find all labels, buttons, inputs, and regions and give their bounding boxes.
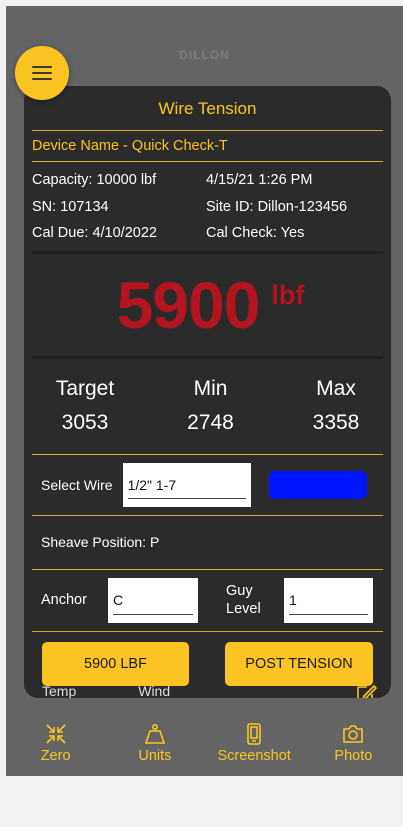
level-label: Level xyxy=(226,601,261,617)
tension-reading: 5900 lbf xyxy=(24,254,391,356)
tab-units-label: Units xyxy=(138,748,172,764)
zero-icon xyxy=(46,724,66,744)
menu-icon-bar xyxy=(32,66,52,68)
cal-due-text: Cal Due: 4/10/2022 xyxy=(32,225,157,242)
partial-row: Temp Wind xyxy=(42,683,379,698)
anchor-field[interactable]: C xyxy=(108,577,198,623)
max-label: Max xyxy=(316,376,356,400)
select-wire-row: Select Wire 1/2" 1-7 xyxy=(24,455,391,515)
tension-limits: Target 3053 Min 2748 Max 3358 xyxy=(24,359,391,454)
camera-icon xyxy=(343,725,364,743)
menu-button[interactable] xyxy=(15,46,69,100)
device-info: Capacity: 10000 lbf 4/15/21 1:26 PM SN: … xyxy=(24,162,391,251)
sheave-position: Sheave Position: P xyxy=(41,533,160,550)
weight-icon xyxy=(144,723,165,744)
anchor-label: Anchor xyxy=(41,592,87,608)
menu-icon-bar xyxy=(32,72,52,74)
tab-screenshot-label: Screenshot xyxy=(217,748,291,764)
guy-label: Guy xyxy=(226,583,253,599)
select-wire-label: Select Wire xyxy=(41,476,113,493)
capacity-text: Capacity: 10000 lbf xyxy=(32,172,157,189)
temp-label: Temp xyxy=(42,683,77,698)
target-label: Target xyxy=(55,376,115,400)
tab-photo-label: Photo xyxy=(334,748,373,764)
tab-zero[interactable]: Zero xyxy=(6,713,105,776)
min-label: Min xyxy=(193,376,228,400)
min-column: Min 2748 xyxy=(186,377,236,454)
menu-icon-bar xyxy=(32,78,52,80)
reading-value: 5900 xyxy=(116,267,261,342)
wire-select-field[interactable]: 1/2" 1-7 xyxy=(122,462,251,507)
wind-label: Wind xyxy=(138,683,171,698)
wire-color-swatch[interactable] xyxy=(268,470,367,499)
cal-check-text: Cal Check: Yes xyxy=(206,225,305,242)
phone-icon xyxy=(247,723,261,745)
guy-level-label: Guy Level xyxy=(226,582,284,618)
wire-tension-card: Wire Tension Device Name - Quick Check-T… xyxy=(24,86,391,698)
field-underline xyxy=(289,613,368,615)
bottom-toolbar: Zero Units Screenshot Photo xyxy=(6,713,403,776)
device-name: Device Name - Quick Check-T xyxy=(32,138,228,154)
edit-icon[interactable] xyxy=(355,683,379,698)
anchor-row: Anchor C Guy Level 1 xyxy=(24,570,391,631)
reading-unit: lbf xyxy=(271,280,305,310)
serial-number-text: SN: 107134 xyxy=(32,198,109,215)
tab-screenshot[interactable]: Screenshot xyxy=(205,713,304,776)
tab-zero-label: Zero xyxy=(40,748,71,764)
reading-lbf-button[interactable]: 5900 LBF xyxy=(42,641,189,686)
field-underline xyxy=(113,613,193,615)
tab-units[interactable]: Units xyxy=(105,713,204,776)
card-title: Wire Tension xyxy=(158,99,257,118)
guy-level-field[interactable]: 1 xyxy=(284,577,373,623)
target-value: 3053 xyxy=(61,410,109,434)
datetime-text: 4/15/21 1:26 PM xyxy=(206,172,313,189)
max-column: Max 3358 xyxy=(305,377,367,454)
site-id-text: Site ID: Dillon-123456 xyxy=(206,198,348,215)
tab-photo[interactable]: Photo xyxy=(304,713,403,776)
target-column: Target 3053 xyxy=(54,377,116,454)
max-value: 3358 xyxy=(312,410,360,434)
guy-level-value: 1 xyxy=(289,592,297,608)
field-underline xyxy=(127,497,246,499)
anchor-value: C xyxy=(113,592,124,608)
wire-select-value: 1/2" 1-7 xyxy=(127,476,177,493)
min-value: 2748 xyxy=(187,410,234,434)
post-tension-button[interactable]: POST TENSION xyxy=(225,641,373,686)
